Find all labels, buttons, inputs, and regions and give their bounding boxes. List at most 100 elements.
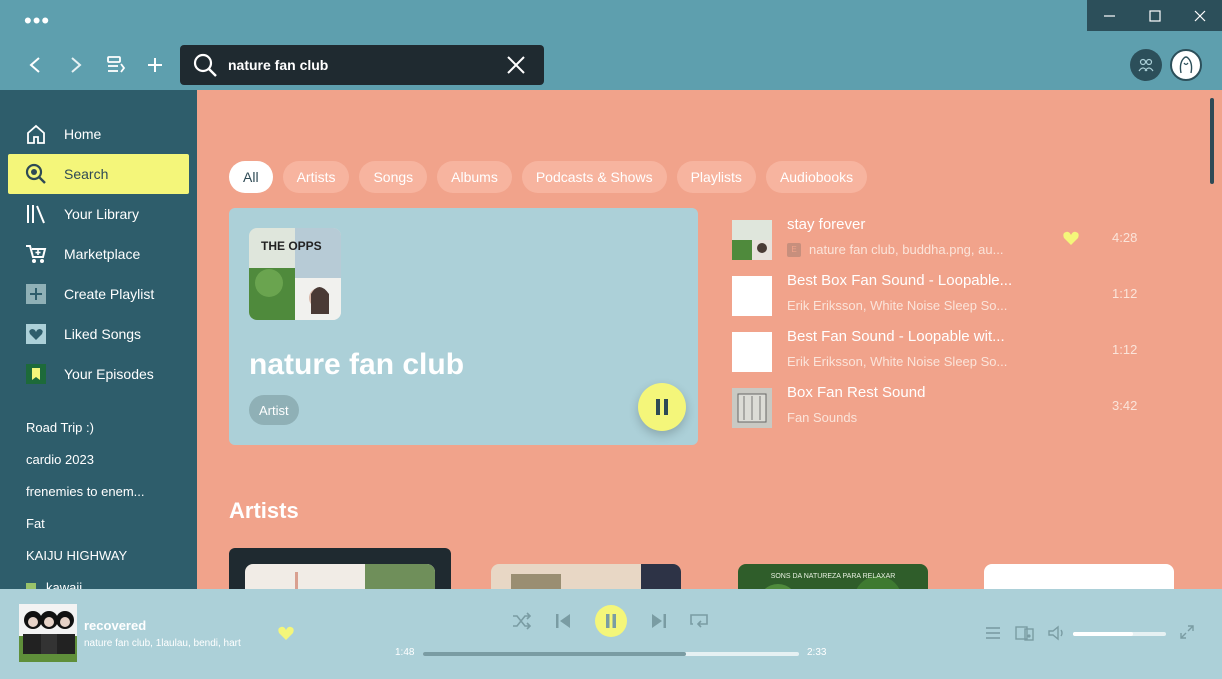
filter-chip-songs[interactable]: Songs xyxy=(359,161,428,193)
sidebar-item-label: Home xyxy=(64,126,102,142)
elapsed-time: 1:48 xyxy=(395,647,415,658)
artist-card-text: SONS DA NATUREZA PARA RELAXAR xyxy=(771,573,896,580)
song-row[interactable]: stay forever E nature fan club, buddha.p… xyxy=(732,216,1172,264)
song-title: stay forever xyxy=(787,216,866,233)
artist-card[interactable] xyxy=(968,548,1190,589)
sidebar-item-home[interactable]: Home xyxy=(8,114,189,154)
total-time: 2:33 xyxy=(807,647,827,658)
search-input[interactable] xyxy=(228,57,498,73)
sidebar: Home Search Your Library Marketplace Cre… xyxy=(0,90,197,589)
sidebar-item-label: Your Episodes xyxy=(64,366,154,382)
volume-fill xyxy=(1073,632,1134,636)
heart-icon xyxy=(23,321,49,347)
artist-card[interactable] xyxy=(229,548,451,589)
song-duration: 4:28 xyxy=(1112,230,1138,245)
artist-image: THE OPPS xyxy=(249,228,341,320)
chevron-left-icon xyxy=(29,57,40,73)
close-icon xyxy=(507,56,525,74)
sidebar-item-label: Search xyxy=(64,166,109,182)
filter-chip-all[interactable]: All xyxy=(229,161,273,193)
home-icon xyxy=(23,121,49,147)
shuffle-button[interactable] xyxy=(510,609,534,633)
song-duration: 1:12 xyxy=(1112,342,1138,357)
artist-art-text: THE OPPS xyxy=(261,239,322,253)
devices-button[interactable] xyxy=(1013,621,1037,645)
sidebar-item-library[interactable]: Your Library xyxy=(8,194,189,234)
artist-card[interactable]: SONS DA NATUREZA PARA RELAXAR xyxy=(722,548,944,589)
playlist-item[interactable]: KAIJU HIGHWAY xyxy=(26,548,127,563)
volume-button[interactable] xyxy=(1045,621,1069,645)
skip-forward-icon xyxy=(652,614,666,628)
sidebar-item-marketplace[interactable]: Marketplace xyxy=(8,234,189,274)
fullscreen-button[interactable] xyxy=(1175,620,1199,644)
clear-search-button[interactable] xyxy=(504,53,528,77)
chevron-right-icon xyxy=(71,57,82,73)
playlist-item[interactable]: cardio 2023 xyxy=(26,452,94,467)
progress-fill xyxy=(423,652,687,656)
sidebar-item-label: Liked Songs xyxy=(64,326,142,342)
friend-activity-button[interactable] xyxy=(1130,49,1162,81)
sidebar-item-label: Your Library xyxy=(64,206,139,222)
liked-heart-icon[interactable] xyxy=(277,625,295,646)
play-pause-button[interactable] xyxy=(595,605,627,637)
forward-button[interactable] xyxy=(63,52,89,78)
filter-chip-audiobooks[interactable]: Audiobooks xyxy=(765,161,868,193)
queue-button[interactable] xyxy=(981,621,1005,645)
app-menu-button[interactable]: ••• xyxy=(24,10,50,32)
playlist-item[interactable]: frenemies to enem... xyxy=(26,484,145,499)
repeat-button[interactable] xyxy=(687,609,711,633)
back-button[interactable] xyxy=(22,52,48,78)
sidebar-item-search[interactable]: Search xyxy=(8,154,189,194)
minimize-icon[interactable] xyxy=(1087,0,1132,31)
song-row[interactable]: Best Fan Sound - Loopable wit... Erik Er… xyxy=(732,328,1172,376)
song-duration: 1:12 xyxy=(1112,286,1138,301)
scrollbar[interactable] xyxy=(1210,98,1214,184)
filter-chip-artists[interactable]: Artists xyxy=(282,161,350,193)
filter-chip-albums[interactable]: Albums xyxy=(437,161,512,193)
sidebar-item-label: Create Playlist xyxy=(64,286,155,302)
sidebar-item-liked-songs[interactable]: Liked Songs xyxy=(8,314,189,354)
artist-card-image: SONS DA NATUREZA PARA RELAXAR xyxy=(738,564,928,589)
top-result-type-badge: Artist xyxy=(249,395,299,425)
now-playing-title[interactable]: recovered xyxy=(84,618,146,633)
song-row[interactable]: Best Box Fan Sound - Loopable... Erik Er… xyxy=(732,272,1172,320)
now-playing-art[interactable] xyxy=(19,604,77,662)
playlist-item[interactable]: Fat xyxy=(26,516,45,531)
filter-chip-playlists[interactable]: Playlists xyxy=(676,161,756,193)
devices-icon xyxy=(1015,626,1034,641)
song-thumbnail xyxy=(732,220,772,260)
add-button[interactable] xyxy=(142,52,168,78)
main-content: All Artists Songs Albums Podcasts & Show… xyxy=(197,90,1222,589)
user-avatar[interactable] xyxy=(1170,49,1202,81)
song-thumbnail xyxy=(732,332,772,372)
now-playing-artists[interactable]: nature fan club, 1laulau, bendi, hart xyxy=(84,638,241,649)
previous-button[interactable] xyxy=(551,609,575,633)
friends-icon xyxy=(1138,58,1154,72)
top-result-card[interactable]: THE OPPS nature fan club Artist xyxy=(229,208,698,445)
playlist-item[interactable]: Road Trip :) xyxy=(26,420,94,435)
top-result-title: nature fan club xyxy=(249,348,465,381)
filter-chips: All Artists Songs Albums Podcasts & Show… xyxy=(229,161,868,193)
volume-icon xyxy=(1048,625,1063,641)
playlist-item[interactable]: kawaii xyxy=(26,580,82,589)
sidebar-item-episodes[interactable]: Your Episodes xyxy=(8,354,189,394)
sidebar-item-label: Marketplace xyxy=(64,246,141,262)
artist-card[interactable] xyxy=(475,548,697,589)
expand-icon xyxy=(1180,625,1194,639)
close-icon[interactable] xyxy=(1177,0,1222,31)
song-artists: Fan Sounds xyxy=(787,410,858,425)
volume-slider[interactable] xyxy=(1073,632,1166,636)
liked-heart-icon[interactable] xyxy=(1062,230,1080,251)
filter-chip-podcasts[interactable]: Podcasts & Shows xyxy=(521,161,667,193)
avatar-icon xyxy=(1179,56,1193,74)
queue-button[interactable] xyxy=(103,52,129,78)
song-row[interactable]: Box Fan Rest Sound Fan Sounds 3:42 xyxy=(732,384,1172,432)
progress-bar[interactable] xyxy=(423,652,799,656)
maximize-icon[interactable] xyxy=(1132,0,1177,31)
title-bar: ••• xyxy=(0,0,1222,90)
pause-button[interactable] xyxy=(638,383,686,431)
sidebar-item-create-playlist[interactable]: Create Playlist xyxy=(8,274,189,314)
plus-icon xyxy=(23,281,49,307)
song-artists: Erik Eriksson, White Noise Sleep So... xyxy=(787,354,1008,369)
next-button[interactable] xyxy=(647,609,671,633)
